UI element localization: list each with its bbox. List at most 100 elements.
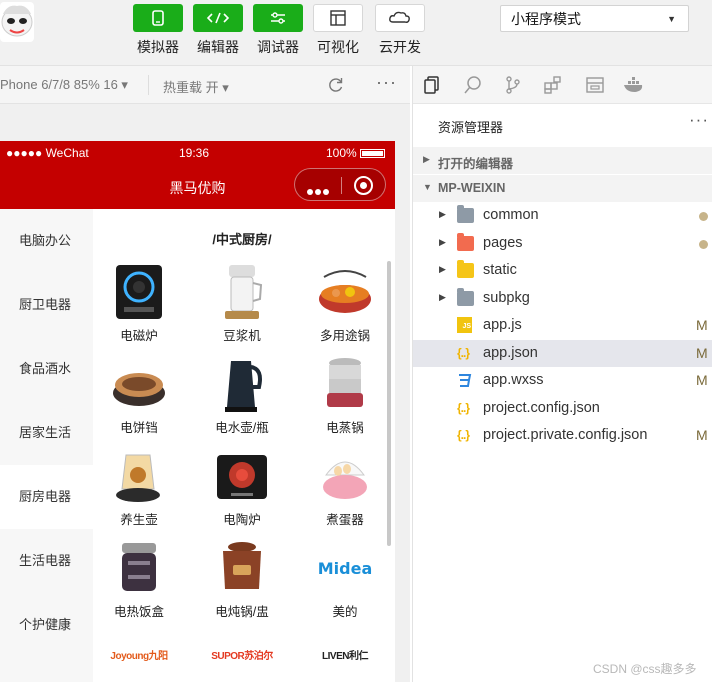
product-label: 电磁炉 (120, 329, 158, 343)
category-item[interactable]: 生活电器 (0, 529, 93, 593)
cloud-dev-tool[interactable]: 云开发 (375, 4, 425, 57)
tree-item-project-private-config[interactable]: {..} project.private.config.json M (413, 422, 712, 449)
tree-item-label: app.wxss (483, 372, 544, 388)
health-pot-image (108, 445, 170, 507)
content-scrollbar[interactable] (387, 261, 391, 546)
product-item[interactable]: 电水壶/瓶 (192, 353, 292, 436)
category-item[interactable]: 居家生活 (0, 401, 93, 465)
folder-icon (457, 233, 474, 251)
carrier-text: ●●●●● WeChat (6, 146, 89, 160)
layout-panel-icon[interactable] (585, 75, 605, 95)
device-select[interactable]: Phone 6/7/8 85% 16 ▾ (0, 77, 128, 93)
tree-item-app-js[interactable]: JS app.js M (413, 312, 712, 339)
tree-item-subpkg[interactable]: ▶ subpkg (413, 285, 712, 312)
category-item[interactable]: 食品酒水 (0, 337, 93, 401)
project-section[interactable]: ▼ MP-WEIXIN (413, 175, 712, 202)
editor-tool[interactable]: 编辑器 (193, 4, 243, 57)
visualization-label: 可视化 (317, 39, 359, 55)
chevron-down-icon: ▼ (423, 182, 432, 192)
layout-icon[interactable] (313, 4, 363, 32)
more-dots-icon[interactable] (307, 182, 331, 195)
project-label: MP-WEIXIN (438, 181, 506, 195)
source-control-icon[interactable] (503, 75, 523, 95)
modified-dot (699, 212, 708, 221)
debug-sliders-icon[interactable] (253, 4, 303, 32)
product-item[interactable]: Midea 美的 (295, 537, 395, 620)
refresh-icon[interactable] (326, 75, 346, 95)
tree-item-app-wxss[interactable]: app.wxss M (413, 367, 712, 394)
battery-indicator: 100% (326, 146, 385, 160)
stew-pot-image (211, 537, 273, 599)
tree-item-project-config[interactable]: {..} project.config.json (413, 395, 712, 422)
simulator-more-button[interactable]: ··· (376, 72, 397, 93)
product-item[interactable]: 豆浆机 (192, 261, 292, 344)
json-file-icon: {..} (457, 401, 470, 415)
modified-status: M (696, 317, 708, 333)
category-item[interactable]: 厨卫电器 (0, 273, 93, 337)
product-label: 养生壶 (120, 513, 158, 527)
debugger-tool[interactable]: 调试器 (253, 4, 303, 57)
product-item[interactable]: 养生壶 (93, 445, 189, 528)
product-item[interactable]: 电炖锅/盅 (192, 537, 292, 620)
explorer-title: 资源管理器 (438, 120, 504, 135)
tree-item-label: project.private.config.json (483, 427, 648, 443)
explorer-header: 资源管理器 ··· (413, 104, 712, 144)
product-item[interactable]: 电蒸锅 (295, 353, 395, 436)
search-icon[interactable] (463, 75, 483, 95)
product-item[interactable]: 电饼铛 (93, 353, 189, 436)
product-label: 电热饭盒 (113, 605, 164, 619)
simulator-tool[interactable]: 模拟器 (133, 4, 183, 57)
egg-cooker-image (314, 445, 376, 507)
tree-item-label: static (483, 262, 517, 278)
product-label: 电蒸锅 (326, 421, 364, 435)
tree-item-label: app.json (483, 345, 538, 361)
product-item[interactable]: 多用途锅 (295, 261, 395, 344)
hot-reload-select[interactable]: 热重载 开 ▾ (163, 77, 229, 96)
product-label: 美的 (332, 605, 358, 619)
ceramic-cooker-image (211, 445, 273, 507)
category-item-active[interactable]: 厨房电器 (0, 465, 93, 529)
code-icon[interactable] (193, 4, 243, 32)
tree-item-pages[interactable]: ▶ pages (413, 230, 712, 257)
visualization-tool[interactable]: 可视化 (313, 4, 363, 57)
folder-icon (457, 205, 474, 223)
explorer-panel: 资源管理器 ··· ▶ 打开的编辑器 ▼ MP-WEIXIN ▶ common … (412, 66, 712, 682)
phone-icon[interactable] (133, 4, 183, 32)
tree-item-label: app.js (483, 317, 522, 333)
mini-program-capsule (294, 168, 386, 201)
avatar[interactable] (0, 2, 34, 42)
phone-screen: ●●●●● WeChat 19:36 100% 黑马优购 电脑办公 厨卫电器 食… (0, 141, 395, 682)
category-item[interactable]: 电脑办公 (0, 209, 93, 273)
product-item[interactable]: 电磁炉 (93, 261, 189, 344)
lunch-box-image (108, 537, 170, 599)
tree-item-static[interactable]: ▶ static (413, 257, 712, 284)
product-label: 电炖锅/盅 (215, 605, 269, 619)
product-item[interactable]: 煮蛋器 (295, 445, 395, 528)
product-label: 电饼铛 (120, 421, 158, 435)
brand-item[interactable]: Joyoung九阳 (93, 629, 189, 682)
product-item[interactable]: 电陶炉 (192, 445, 292, 528)
explorer-more-button[interactable]: ··· (689, 110, 709, 130)
files-icon[interactable] (423, 75, 443, 95)
induction-cooker-image (108, 261, 170, 323)
close-target-icon[interactable] (354, 176, 373, 195)
product-item[interactable]: 电热饭盒 (93, 537, 189, 620)
folder-icon (457, 288, 474, 306)
electric-griddle-image (108, 353, 170, 415)
open-editors-section[interactable]: ▶ 打开的编辑器 (413, 147, 712, 174)
mode-select[interactable]: 小程序模式 ▼ (500, 5, 689, 32)
tree-item-common[interactable]: ▶ common (413, 202, 712, 229)
watermark: CSDN @css趣多多 (593, 662, 697, 676)
cloud-icon[interactable] (375, 4, 425, 32)
js-file-icon: JS (457, 317, 472, 333)
tree-item-app-json[interactable]: {..} app.json M (413, 340, 712, 367)
extensions-icon[interactable] (543, 75, 563, 95)
multi-pot-image (314, 261, 376, 323)
divider (148, 75, 149, 95)
chevron-right-icon: ▶ (439, 292, 446, 302)
brand-item[interactable]: SUPOR苏泊尔 (192, 629, 292, 682)
docker-icon[interactable] (623, 75, 643, 95)
category-item[interactable]: 个护健康 (0, 593, 93, 657)
brand-item[interactable]: LIVEN利仁 (295, 629, 395, 682)
product-label: 豆浆机 (223, 329, 261, 343)
